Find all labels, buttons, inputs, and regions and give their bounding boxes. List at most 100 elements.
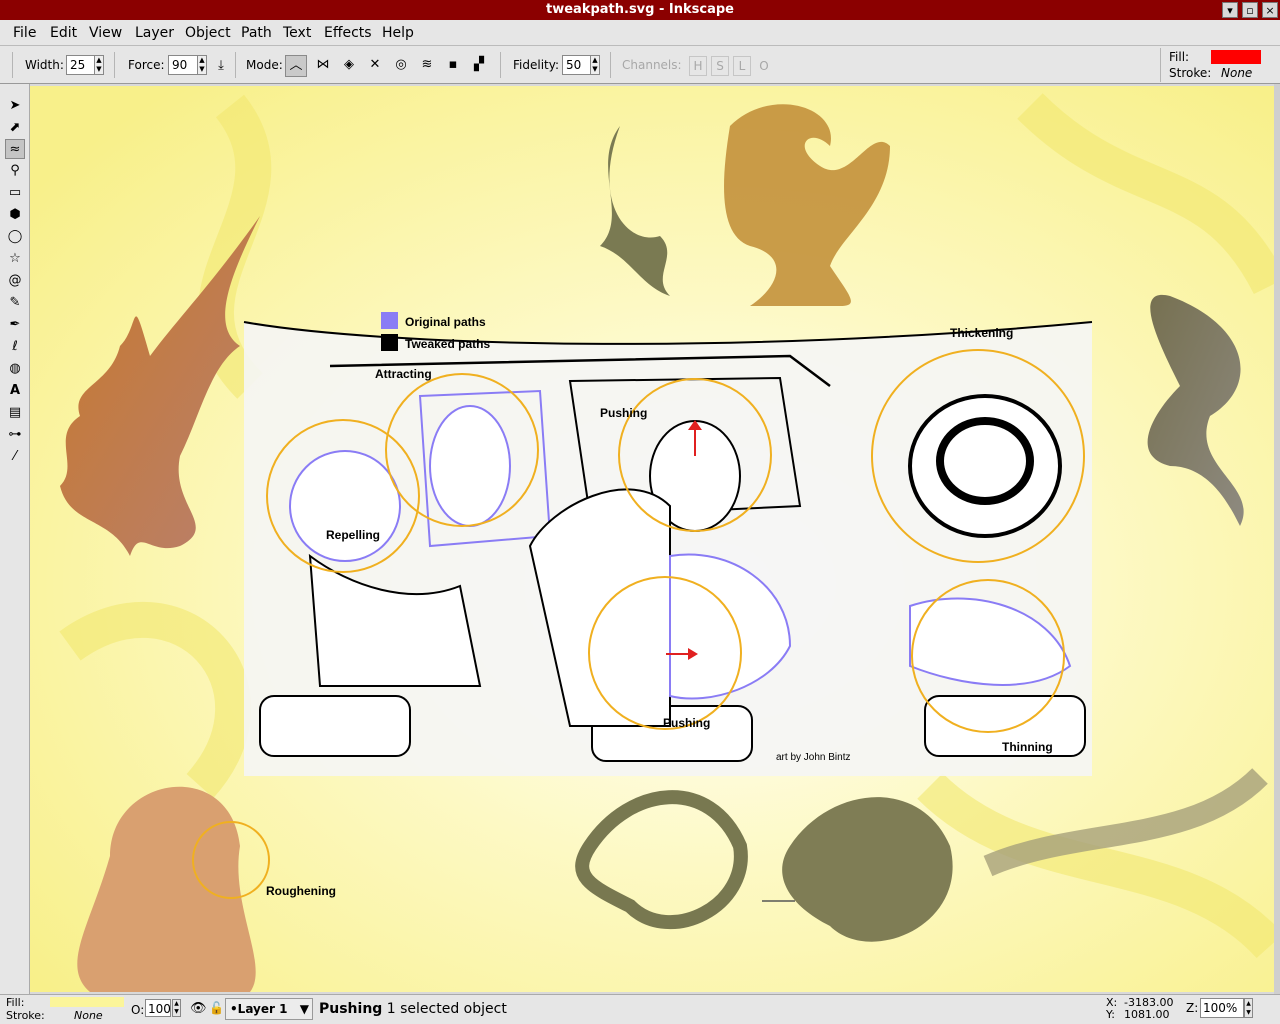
opacity-label: O:	[131, 1003, 145, 1017]
art-credit: art by John Bintz	[776, 752, 850, 763]
tool-controls-bar: Width: 25 ▲ ▼ Force: 90 ▲ ▼ ⤓ Mode: ︿ ⋈ ◈ …	[0, 46, 1280, 84]
menu-file[interactable]: File	[13, 25, 36, 41]
text-tool-icon[interactable]: A	[5, 381, 25, 401]
legend-original-label: Original paths	[405, 315, 486, 329]
width-spin-arrows[interactable]: ▲ ▼	[94, 55, 104, 75]
label-thinning: Thinning	[1002, 740, 1053, 754]
menu-edit[interactable]: Edit	[50, 25, 77, 41]
layer-name: •Layer 1	[230, 1002, 288, 1016]
connector-tool-icon[interactable]: ⊶	[5, 425, 25, 445]
fill-label: Fill:	[1169, 50, 1190, 64]
node-tool-icon[interactable]: ⬈	[5, 118, 25, 138]
illustration-panel	[243, 321, 1093, 776]
status-fill-swatch[interactable]	[50, 997, 124, 1007]
selector-tool-icon[interactable]: ➤	[5, 96, 25, 116]
force-spin-arrows[interactable]: ▲ ▼	[197, 55, 207, 75]
legend-original-swatch	[381, 312, 398, 329]
vertical-scrollbar[interactable]	[1274, 84, 1280, 994]
channel-o-toggle[interactable]: O	[755, 56, 773, 76]
stroke-value: None	[1221, 66, 1253, 80]
mode-label: Mode:	[246, 58, 283, 72]
ellipse-tool-icon[interactable]: ◯	[5, 227, 25, 247]
menu-view[interactable]: View	[89, 25, 122, 41]
menu-object[interactable]: Object	[185, 25, 231, 41]
push-mode-icon[interactable]: ︿	[285, 55, 307, 77]
layer-selector[interactable]: •Layer 1 ▼	[225, 998, 313, 1020]
gradient-tool-icon[interactable]: ▤	[5, 403, 25, 423]
cursor-y-label: Y:	[1106, 1008, 1115, 1021]
tweak-tool-icon[interactable]: ≈	[5, 139, 25, 159]
drawing-canvas[interactable]: Original paths Tweaked paths Attracting …	[30, 86, 1274, 992]
channels-label: Channels:	[622, 58, 682, 72]
pencil-tool-icon[interactable]: ✎	[5, 293, 25, 313]
stroke-label: Stroke:	[1169, 66, 1212, 80]
status-bar: Fill: Stroke: None O: 100 ▲ ▼ 👁 🔓 •Layer …	[0, 994, 1280, 1024]
menu-help[interactable]: Help	[382, 25, 414, 41]
jitter-color-mode-icon[interactable]: ▞	[468, 55, 490, 77]
menu-text[interactable]: Text	[283, 25, 311, 41]
dropper-tool-icon[interactable]: ⁄	[5, 447, 25, 467]
toolbox: ➤ ⬈ ≈ ⚲ ▭ ⬢ ◯ ☆ @ ✎ ✒ ℓ ◍ A ▤ ⊶ ⁄	[0, 84, 30, 994]
calligraphy-tool-icon[interactable]: ℓ	[5, 337, 25, 357]
minimize-button[interactable]: ▾	[1222, 2, 1238, 18]
cursor-y-value: 1081.00	[1124, 1008, 1170, 1021]
label-attracting: Attracting	[375, 367, 432, 381]
zoom-input[interactable]: 100%	[1200, 998, 1244, 1018]
status-message-text: 1 selected object	[382, 1001, 507, 1017]
menu-path[interactable]: Path	[241, 25, 272, 41]
layer-lock-icon[interactable]: 🔓	[209, 1001, 224, 1015]
label-thickening: Thickening	[950, 326, 1013, 340]
opacity-spin-arrows[interactable]: ▲ ▼	[172, 999, 181, 1017]
status-stroke-value: None	[74, 1009, 103, 1022]
label-repelling: Repelling	[326, 528, 380, 542]
legend-tweaked-swatch	[381, 334, 398, 351]
maximize-button[interactable]: ▫	[1242, 2, 1258, 18]
chevron-down-icon: ▼	[299, 1002, 309, 1016]
status-fill-label: Fill:	[6, 996, 25, 1009]
roughen-mode-icon[interactable]: ≋	[416, 55, 438, 77]
opacity-input[interactable]: 100	[145, 999, 171, 1017]
spiral-tool-icon[interactable]: @	[5, 271, 25, 291]
force-label: Force:	[128, 58, 165, 72]
fill-swatch[interactable]	[1211, 50, 1261, 64]
legend-tweaked-label: Tweaked paths	[405, 337, 490, 351]
rectangle-tool-icon[interactable]: ▭	[5, 183, 25, 203]
label-roughening: Roughening	[266, 884, 336, 898]
toolbar-handle	[12, 52, 13, 78]
label-pushing-top: Pushing	[600, 406, 647, 420]
grow-mode-icon[interactable]: ◈	[338, 55, 360, 77]
paint-color-mode-icon[interactable]: ▪	[442, 55, 464, 77]
zoom-spin-arrows[interactable]: ▲ ▼	[1244, 998, 1253, 1018]
fidelity-label: Fidelity:	[513, 58, 560, 72]
title-bar: tweakpath.svg - Inkscape ▾ ▫ ×	[0, 0, 1280, 20]
separator	[1160, 48, 1161, 82]
attract-mode-icon[interactable]: ✕	[364, 55, 386, 77]
layer-visibility-icon[interactable]: 👁	[190, 1001, 207, 1016]
width-label: Width:	[25, 58, 64, 72]
zoom-tool-icon[interactable]: ⚲	[5, 161, 25, 181]
pressure-icon[interactable]: ⤓	[210, 56, 232, 78]
repel-mode-icon[interactable]: ◎	[390, 55, 412, 77]
window-title: tweakpath.svg - Inkscape	[546, 2, 734, 17]
channel-h-toggle[interactable]: H	[689, 56, 707, 76]
box3d-tool-icon[interactable]: ⬢	[5, 205, 25, 225]
canvas-svg: Original paths Tweaked paths Attracting …	[30, 86, 1274, 992]
separator	[500, 52, 501, 78]
separator	[610, 52, 611, 78]
bucket-tool-icon[interactable]: ◍	[5, 359, 25, 379]
fidelity-spin-arrows[interactable]: ▲ ▼	[590, 55, 600, 75]
zoom-label: Z:	[1186, 1001, 1199, 1015]
separator	[114, 52, 115, 78]
menu-effects[interactable]: Effects	[324, 25, 372, 41]
status-message: Pushing 1 selected object	[319, 1001, 507, 1017]
status-message-tool: Pushing	[319, 1001, 383, 1017]
menu-layer[interactable]: Layer	[135, 25, 174, 41]
close-button[interactable]: ×	[1262, 2, 1278, 18]
label-pushing-bottom: Pushing	[663, 716, 710, 730]
star-tool-icon[interactable]: ☆	[5, 249, 25, 269]
channel-s-toggle[interactable]: S	[711, 56, 729, 76]
shrink-mode-icon[interactable]: ⋈	[312, 55, 334, 77]
channel-l-toggle[interactable]: L	[733, 56, 751, 76]
menu-bar: File Edit View Layer Object Path Text Ef…	[0, 20, 1280, 46]
pen-tool-icon[interactable]: ✒	[5, 315, 25, 335]
